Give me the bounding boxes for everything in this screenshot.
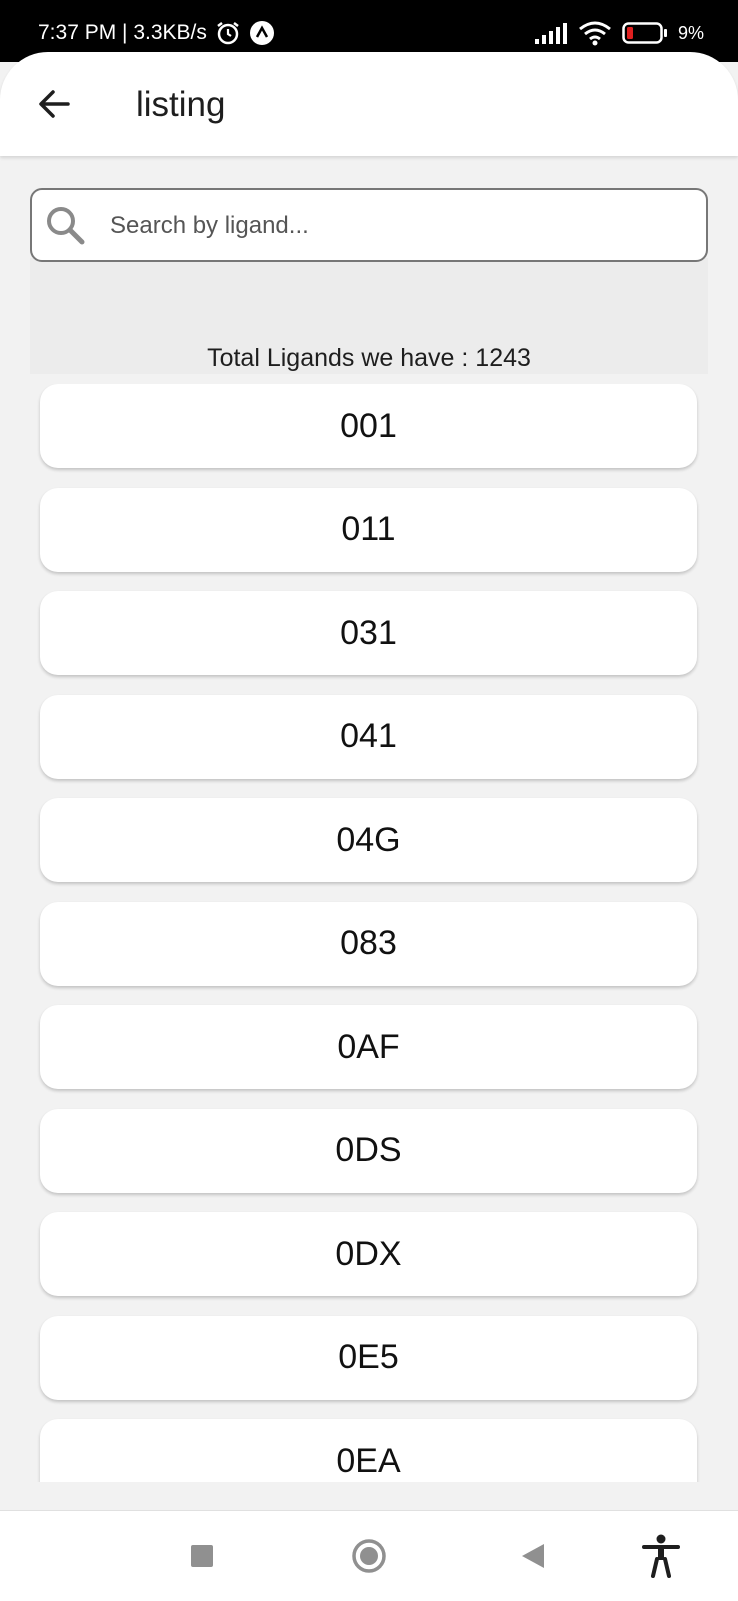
alarm-icon bbox=[217, 22, 239, 45]
battery-level: 9% bbox=[677, 23, 704, 43]
ligand-list-item[interactable]: 011 bbox=[40, 487, 697, 572]
ligand-list-item[interactable]: 031 bbox=[40, 591, 697, 675]
ligand-list-item[interactable]: 083 bbox=[40, 901, 697, 986]
ligand-list[interactable]: 001 011 031 041 04G 083 0AF 0DS 0DX 0E5 0EA bbox=[0, 384, 738, 1482]
ligand-list-item[interactable]: 0E5 bbox=[40, 1315, 697, 1400]
back-nav-button[interactable] bbox=[510, 1533, 556, 1579]
circle-icon bbox=[352, 1539, 386, 1573]
page-title: listing bbox=[136, 85, 226, 124]
battery-icon bbox=[622, 22, 667, 44]
system-nav-bar bbox=[0, 1510, 738, 1601]
total-ligands-label: Total Ligands we have : 1243 bbox=[207, 344, 531, 372]
app-notification-icon bbox=[249, 21, 274, 45]
wifi-icon bbox=[579, 21, 611, 46]
square-icon bbox=[191, 1545, 213, 1567]
recents-button[interactable] bbox=[179, 1533, 225, 1579]
search-box[interactable] bbox=[30, 188, 708, 262]
ligand-list-item[interactable]: 0AF bbox=[40, 1005, 697, 1089]
signal-icon bbox=[534, 23, 567, 44]
app-bar: listing bbox=[0, 52, 738, 156]
search-input[interactable] bbox=[108, 190, 692, 262]
status-left: 7:37 PM | 3.3KB/s bbox=[38, 18, 275, 48]
search-icon bbox=[47, 207, 85, 245]
ligand-list-item[interactable]: 0DS bbox=[40, 1108, 697, 1193]
back-button[interactable] bbox=[30, 80, 78, 128]
home-button[interactable] bbox=[346, 1533, 392, 1579]
status-time-speed: 7:37 PM | 3.3KB/s bbox=[38, 21, 207, 44]
ligand-list-item[interactable]: 041 bbox=[40, 694, 697, 779]
triangle-back-icon bbox=[522, 1544, 544, 1568]
ligand-list-item[interactable]: 0DX bbox=[40, 1212, 697, 1296]
arrow-left-icon bbox=[39, 90, 70, 118]
status-right: 9% bbox=[534, 18, 704, 48]
accessibility-icon bbox=[642, 1534, 680, 1578]
ligand-list-item[interactable]: 0EA bbox=[40, 1419, 697, 1482]
ligand-list-item[interactable]: 04G bbox=[40, 798, 697, 882]
ligand-list-item[interactable]: 001 bbox=[40, 384, 697, 468]
accessibility-button[interactable] bbox=[638, 1533, 684, 1579]
